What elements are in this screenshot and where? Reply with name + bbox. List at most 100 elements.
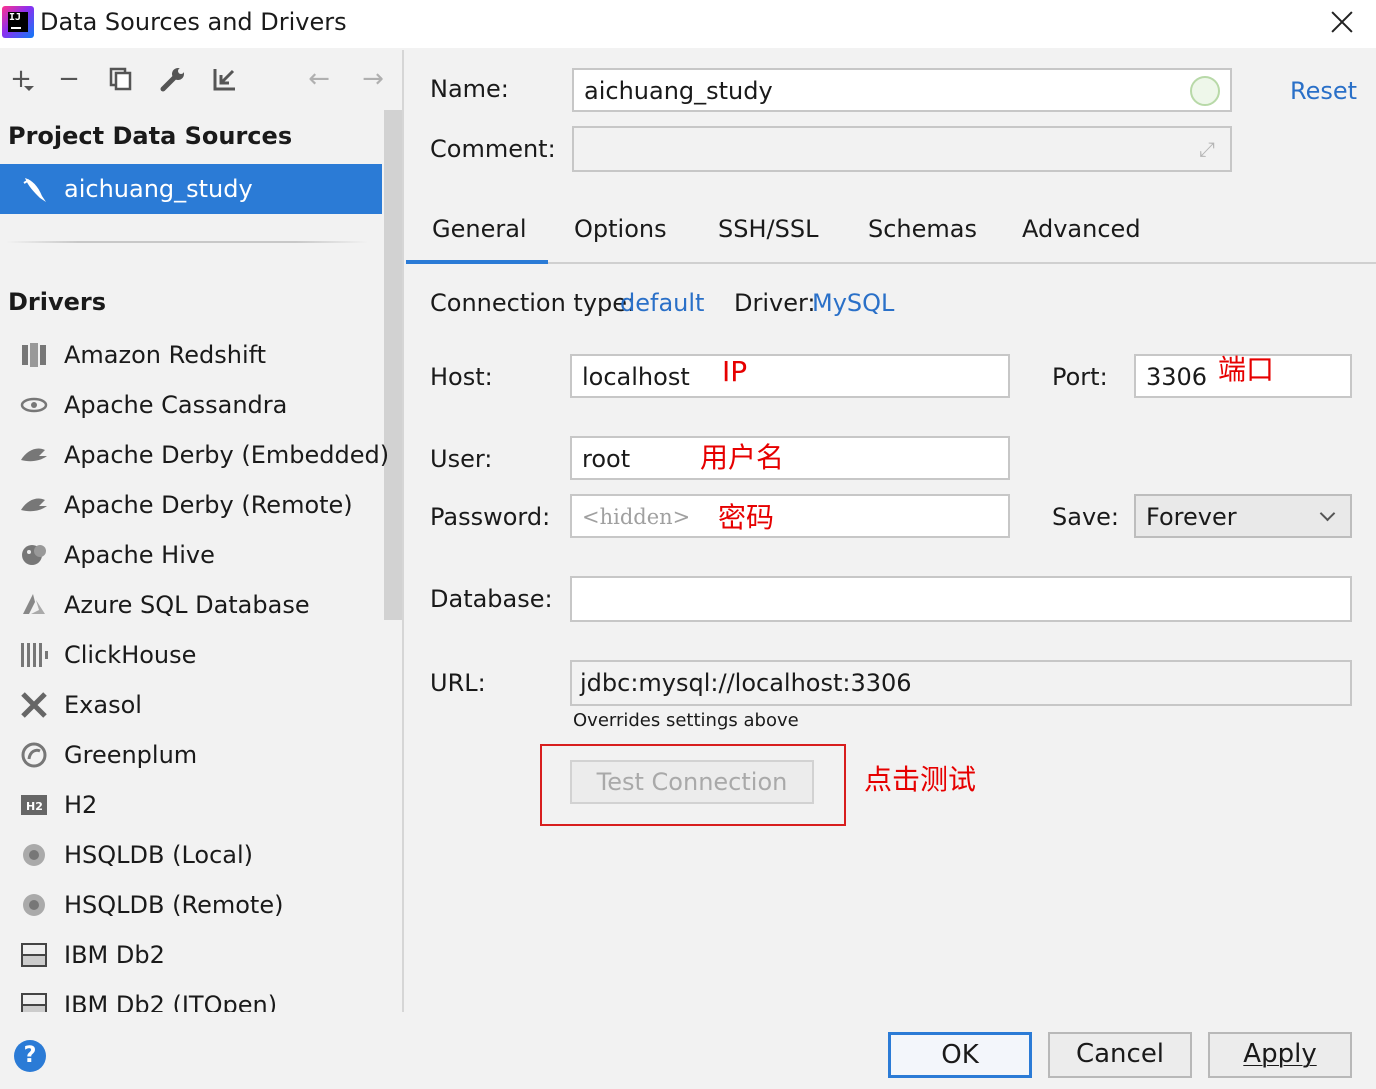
driver-item-ibm-db2[interactable]: IBM Db2 <box>0 930 382 980</box>
hsqldb-icon <box>18 839 50 871</box>
window-title: Data Sources and Drivers <box>40 8 347 36</box>
ibm-db2-icon <box>18 989 50 1012</box>
help-icon[interactable]: ? <box>14 1040 46 1072</box>
import-icon[interactable] <box>208 62 242 96</box>
save-value: Forever <box>1146 503 1237 531</box>
driver-label: Amazon Redshift <box>64 341 267 369</box>
data-source-item[interactable]: aichuang_study <box>0 164 382 214</box>
tab-ssh-ssl[interactable]: SSH/SSL <box>718 212 818 246</box>
apply-button[interactable]: Apply <box>1208 1032 1352 1078</box>
ibm-db2-icon <box>18 939 50 971</box>
name-value: aichuang_study <box>584 77 773 105</box>
name-input[interactable]: aichuang_study <box>572 68 1232 112</box>
connection-type-link[interactable]: default <box>620 286 704 320</box>
user-label: User: <box>430 445 493 473</box>
user-input[interactable]: root <box>570 436 1010 480</box>
driver-label: IBM Db2 (JTOpen) <box>64 991 278 1012</box>
comment-label: Comment: <box>430 135 556 163</box>
driver-label: Apache Hive <box>64 541 215 569</box>
url-note: Overrides settings above <box>573 710 799 731</box>
add-dropdown-indicator <box>24 86 34 91</box>
bottom-bar: ? OK Cancel Apply <box>0 1012 1376 1089</box>
url-value: jdbc:mysql://localhost:3306 <box>580 669 912 697</box>
database-label: Database: <box>430 585 553 613</box>
driver-item-ibm-db2-jtopen[interactable]: IBM Db2 (JTOpen) <box>0 980 382 1012</box>
driver-label: ClickHouse <box>64 641 197 669</box>
clickhouse-bars-icon <box>18 639 50 671</box>
mysql-dolphin-icon <box>20 174 50 204</box>
password-placeholder: <hidden> <box>582 505 691 529</box>
left-panel: + − ← → Project Data Sources aichuang_st… <box>0 50 404 1012</box>
driver-item-clickhouse[interactable]: ClickHouse <box>0 630 382 680</box>
driver-label: Apache Cassandra <box>64 391 288 419</box>
section-separator <box>6 241 368 243</box>
chevron-down-icon <box>1318 502 1338 530</box>
driver-label: Azure SQL Database <box>64 591 310 619</box>
driver-item-hsqldb-local[interactable]: HSQLDB (Local) <box>0 830 382 880</box>
derby-hat-icon <box>18 489 50 521</box>
intellij-app-icon: IJ <box>2 6 34 38</box>
hsqldb-icon <box>18 889 50 921</box>
drivers-heading: Drivers <box>8 288 107 316</box>
apply-label: Apply <box>1243 1039 1317 1069</box>
active-tab-indicator <box>406 260 548 264</box>
url-input[interactable]: jdbc:mysql://localhost:3306 <box>570 660 1352 706</box>
driver-item-amazon-redshift[interactable]: Amazon Redshift <box>0 330 382 380</box>
port-annotation: 端口 <box>1218 353 1275 386</box>
forward-arrow-icon[interactable]: → <box>356 62 390 96</box>
comment-input[interactable]: ⤢ <box>572 126 1232 172</box>
password-input[interactable]: <hidden> <box>570 494 1010 538</box>
port-label: Port: <box>1052 363 1108 391</box>
host-annotation: IP <box>722 355 748 388</box>
derby-hat-icon <box>18 439 50 471</box>
driver-label: H2 <box>64 791 98 819</box>
driver-item-azure-sql-database[interactable]: Azure SQL Database <box>0 580 382 630</box>
redshift-icon <box>18 339 50 371</box>
back-arrow-icon[interactable]: ← <box>302 62 336 96</box>
left-scrollbar[interactable] <box>384 110 402 620</box>
driver-item-apache-derby-embedded[interactable]: Apache Derby (Embedded) <box>0 430 389 480</box>
driver-item-apache-derby-remote[interactable]: Apache Derby (Remote) <box>0 480 382 530</box>
expand-icon[interactable]: ⤢ <box>1194 136 1220 162</box>
driver-item-exasol[interactable]: Exasol <box>0 680 382 730</box>
hive-bee-icon <box>18 539 50 571</box>
port-value: 3306 <box>1146 363 1208 391</box>
test-annotation: 点击测试 <box>864 763 977 796</box>
tab-general[interactable]: General <box>432 212 527 246</box>
driver-item-apache-hive[interactable]: Apache Hive <box>0 530 382 580</box>
test-connection-button[interactable]: Test Connection <box>570 760 814 804</box>
right-panel: Name: aichuang_study Reset Comment: ⤢ Ge… <box>406 50 1376 1012</box>
driver-label-text: Driver: <box>734 289 816 317</box>
driver-label: Greenplum <box>64 741 198 769</box>
tab-options[interactable]: Options <box>574 212 667 246</box>
connection-type-label: Connection type: <box>430 289 636 317</box>
driver-label: HSQLDB (Local) <box>64 841 254 869</box>
save-label: Save: <box>1052 503 1119 531</box>
name-label: Name: <box>430 75 509 103</box>
driver-item-greenplum[interactable]: Greenplum <box>0 730 382 780</box>
ok-button[interactable]: OK <box>888 1032 1032 1078</box>
wrench-icon[interactable] <box>156 62 190 96</box>
tab-schemas[interactable]: Schemas <box>868 212 977 246</box>
host-input[interactable]: localhost <box>570 354 1010 398</box>
user-annotation: 用户名 <box>700 441 785 474</box>
driver-item-h2[interactable]: H2 H2 <box>0 780 382 830</box>
title-bar: IJ Data Sources and Drivers <box>0 0 1376 48</box>
save-dropdown[interactable]: Forever <box>1134 494 1352 538</box>
project-data-sources-heading: Project Data Sources <box>8 122 293 150</box>
driver-link[interactable]: MySQL <box>812 286 894 320</box>
host-value: localhost <box>582 363 690 391</box>
close-icon[interactable] <box>1326 6 1358 38</box>
duplicate-icon[interactable] <box>104 62 138 96</box>
driver-label: IBM Db2 <box>64 941 165 969</box>
database-input[interactable] <box>570 576 1352 622</box>
driver-item-hsqldb-remote[interactable]: HSQLDB (Remote) <box>0 880 382 930</box>
remove-icon[interactable]: − <box>52 62 86 96</box>
azure-icon <box>18 589 50 621</box>
cancel-button[interactable]: Cancel <box>1048 1032 1192 1078</box>
connection-status-icon <box>1190 76 1220 106</box>
driver-item-apache-cassandra[interactable]: Apache Cassandra <box>0 380 382 430</box>
tab-advanced[interactable]: Advanced <box>1022 212 1141 246</box>
reset-link[interactable]: Reset <box>1290 74 1357 108</box>
driver-label: Apache Derby (Embedded) <box>64 441 390 469</box>
